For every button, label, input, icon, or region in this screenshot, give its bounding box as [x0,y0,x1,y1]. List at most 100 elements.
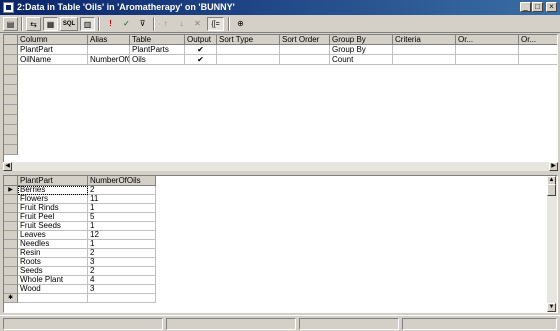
results-new-row-cell[interactable] [88,294,156,303]
grid-cell-table[interactable]: PlantParts [130,45,185,55]
results-header-numberofoils[interactable]: NumberOfOils [88,176,156,186]
add-table-button[interactable]: ⊕ [233,17,248,31]
results-cell-numberofoils[interactable]: 5 [88,213,156,222]
results-cell-plantpart[interactable]: Whole Plant [18,276,88,285]
group-by-button[interactable]: {[= [207,17,224,31]
close-button[interactable]: × [546,2,557,12]
results-row-header[interactable] [4,195,18,204]
results-cell-plantpart[interactable]: Leaves [18,231,88,240]
title-bar[interactable]: 2:Data in Table 'Oils' in 'Aromatherapy'… [0,0,560,15]
grid-cell-sort-type[interactable] [217,45,280,55]
results-cell-numberofoils[interactable]: 2 [88,249,156,258]
grid-row-header[interactable] [4,145,18,155]
results-row-header[interactable] [4,231,18,240]
sql-pane-button[interactable]: SQL [60,17,78,31]
properties-button[interactable]: ▤ [3,17,18,31]
grid-cell-column[interactable]: OilName [18,55,88,65]
grid-cell-sort-order[interactable] [280,55,330,65]
scroll-right-button[interactable]: ▶ [549,162,558,171]
grid-cell-group-by[interactable]: Group By [330,45,393,55]
col-header-criteria[interactable]: Criteria [393,35,456,45]
col-header-sort-type[interactable]: Sort Type [217,35,280,45]
grid-row-header[interactable] [4,125,18,135]
grid-row-header[interactable] [4,85,18,95]
col-header-sort-order[interactable]: Sort Order [280,35,330,45]
grid-row-header[interactable] [4,75,18,85]
col-header-output[interactable]: Output [185,35,217,45]
results-cell-plantpart[interactable]: Flowers [18,195,88,204]
results-pane-button[interactable]: ▥ [80,17,95,31]
results-row-header[interactable] [4,249,18,258]
col-header-alias[interactable]: Alias [88,35,130,45]
grid-select-all[interactable] [4,35,18,45]
results-cell-plantpart[interactable]: Needles [18,240,88,249]
results-cell-numberofoils[interactable]: 1 [88,204,156,213]
diagram-pane-button[interactable]: ⇆ [26,17,41,31]
grid-cell-alias[interactable]: NumberOfOils [88,55,130,65]
results-row-header[interactable] [4,213,18,222]
col-header-or-1[interactable]: Or... [456,35,519,45]
grid-row-header[interactable] [4,65,18,75]
results-cell-numberofoils[interactable]: 2 [88,267,156,276]
results-row-header[interactable]: ▶ [4,186,18,195]
results-header-plantpart[interactable]: PlantPart [18,176,88,186]
results-cell-plantpart[interactable]: Berries [18,186,88,195]
scroll-down-button[interactable]: ▼ [547,303,556,312]
col-header-or-2[interactable]: Or... [519,35,557,45]
grid-cell-table[interactable]: Oils [130,55,185,65]
col-header-table[interactable]: Table [130,35,185,45]
results-row-header[interactable] [4,204,18,213]
grid-row-header[interactable] [4,45,18,55]
remove-filter-2-button[interactable]: ✕ [190,17,205,31]
results-cell-plantpart[interactable]: Resin [18,249,88,258]
results-cell-numberofoils[interactable]: 3 [88,285,156,294]
grid-pane-button[interactable]: ▦ [43,17,58,31]
results-new-row-cell[interactable] [18,294,88,303]
output-checkbox[interactable]: ✔ [185,45,217,55]
grid-cell-sort-type[interactable] [217,55,280,65]
grid-cell-or[interactable] [519,55,557,65]
grid-cell-criteria[interactable] [393,55,456,65]
grid-pane[interactable]: Column Alias Table Output Sort Type Sort… [3,34,558,171]
results-cell-plantpart[interactable]: Fruit Rinds [18,204,88,213]
verify-sql-button[interactable]: ✓ [119,17,134,31]
sort-descending-button[interactable]: ↓ [174,17,189,31]
minimize-button[interactable]: _ [520,2,531,12]
results-cell-plantpart[interactable]: Seeds [18,267,88,276]
results-cell-plantpart[interactable]: Fruit Peel [18,213,88,222]
results-cell-plantpart[interactable]: Roots [18,258,88,267]
results-row-header[interactable] [4,285,18,294]
results-pane[interactable]: PlantPart NumberOfOils ▶ Berries 2 Flowers 1… [3,175,558,313]
grid-cell-column[interactable]: PlantPart [18,45,88,55]
grid-cell-or[interactable] [456,45,519,55]
results-row-header[interactable] [4,222,18,231]
output-checkbox[interactable]: ✔ [185,55,217,65]
col-header-group-by[interactable]: Group By [330,35,393,45]
grid-cell-criteria[interactable] [393,45,456,55]
results-row-header[interactable] [4,276,18,285]
grid-row-header[interactable] [4,115,18,125]
maximize-button[interactable]: □ [532,2,543,12]
results-row-header[interactable] [4,240,18,249]
results-cell-numberofoils[interactable]: 11 [88,195,156,204]
results-cell-numberofoils[interactable]: 4 [88,276,156,285]
results-row-header[interactable] [4,267,18,276]
results-select-all[interactable] [4,176,18,186]
run-button[interactable]: ! [103,17,118,31]
scroll-thumb[interactable] [547,184,556,196]
grid-cell-or[interactable] [456,55,519,65]
col-header-column[interactable]: Column [18,35,88,45]
results-cell-numberofoils[interactable]: 12 [88,231,156,240]
grid-cell-sort-order[interactable] [280,45,330,55]
window-icon[interactable] [3,2,14,13]
results-cell-plantpart[interactable]: Wood [18,285,88,294]
results-vertical-scrollbar[interactable]: ▲ ▼ [547,176,557,312]
remove-filter-button[interactable]: ⊽ [135,17,150,31]
sort-ascending-button[interactable]: ↑ [158,17,173,31]
results-new-row-header[interactable]: ✱ [4,294,18,303]
grid-cell-or[interactable] [519,45,557,55]
grid-cell-group-by[interactable]: Count [330,55,393,65]
results-cell-numberofoils[interactable]: 2 [88,186,156,195]
grid-row-header[interactable] [4,95,18,105]
results-cell-plantpart[interactable]: Fruit Seeds [18,222,88,231]
